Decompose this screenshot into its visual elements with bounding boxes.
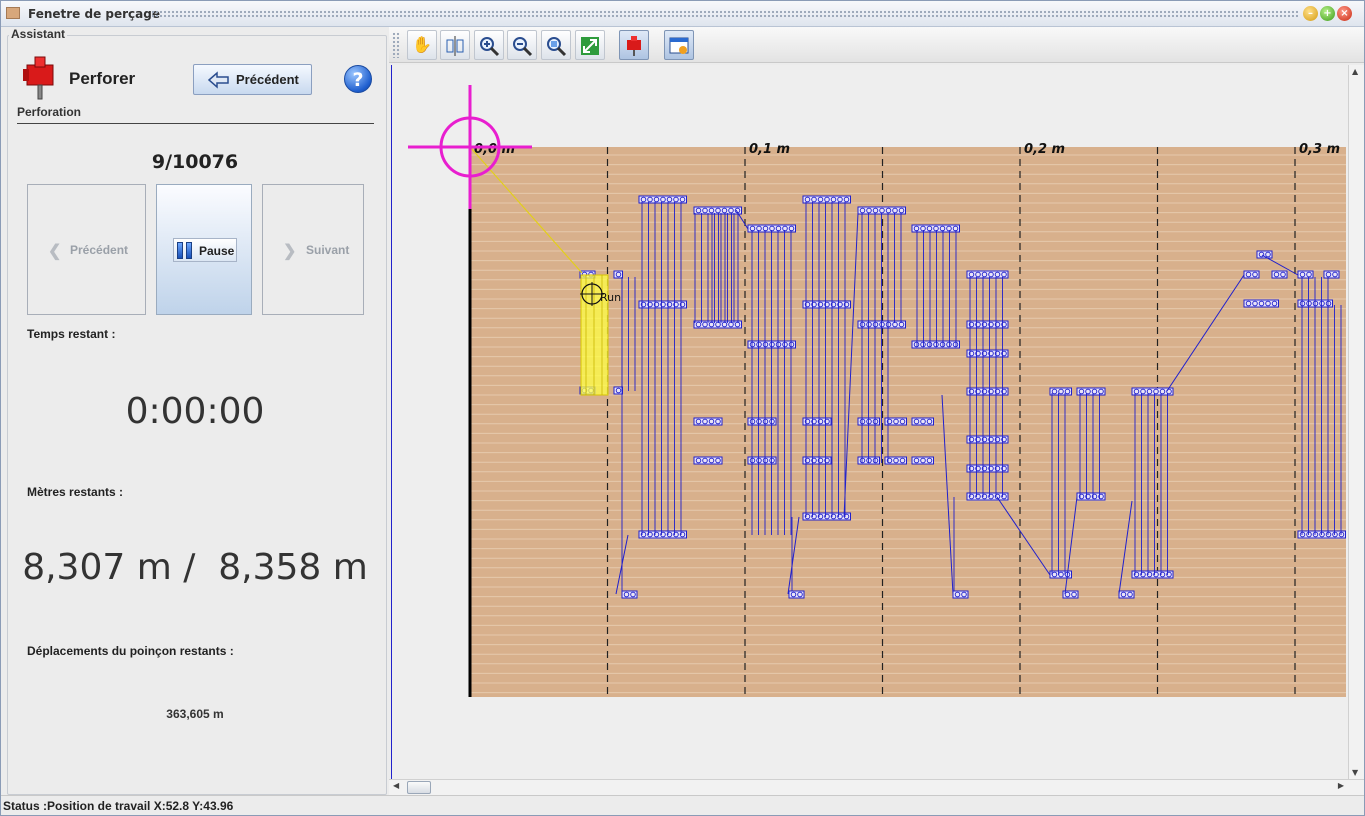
material-sheet (470, 147, 1346, 697)
divider (17, 123, 374, 124)
hand-pan-icon[interactable]: ✋ (407, 30, 437, 60)
window-title: Fenetre de perçage (28, 7, 160, 21)
horizontal-scrollbar[interactable]: ◀ ▶ (389, 779, 1364, 795)
pause-icon (177, 242, 183, 259)
cursor-label: Run (600, 291, 621, 304)
punch-moves-label: Déplacements du poinçon restants : (27, 644, 234, 658)
scroll-up-icon[interactable]: ▲ (1352, 67, 1358, 76)
drilling-window: Fenetre de perçage – + × Assistant Perfo… (0, 0, 1365, 816)
help-icon[interactable]: ? (344, 65, 372, 93)
punch-moves-value: 363,605 m (166, 707, 224, 721)
chevron-right-icon: ❯ (283, 243, 297, 260)
pause-button-face: Pause (173, 238, 237, 262)
time-remaining-label: Temps restant : (27, 327, 116, 341)
assistant-group-title: Assistant (9, 27, 68, 41)
title-grip (151, 10, 1298, 18)
settings-window-icon[interactable] (664, 30, 694, 60)
drawing-panel: ✋ 0,0 m 0,1 m 0,2 m 0,3 m Run ▲ ▼ ◀ ▶ (389, 27, 1364, 795)
pause-label: Pause (199, 244, 235, 258)
scroll-right-icon[interactable]: ▶ (1338, 781, 1344, 790)
horizontal-scroll-thumb[interactable] (407, 781, 431, 794)
zoom-out-icon[interactable] (507, 30, 537, 60)
hole-counter: 9/10076 (151, 151, 239, 173)
toolbar-grip[interactable] (392, 32, 400, 58)
previous-step-label: Précédent (236, 72, 299, 87)
ruler-label: 0,2 m (1024, 142, 1065, 157)
pause-icon-bar (186, 242, 192, 259)
previous-hole-button[interactable]: ❮ Précédent (27, 184, 146, 315)
step-title: Perforer (69, 69, 136, 88)
previous-step-button[interactable]: Précédent (193, 64, 312, 95)
fit-window-icon[interactable] (575, 30, 605, 60)
status-bar: Status :Position de travail X:52.8 Y:43.… (1, 795, 1364, 815)
next-hole-label: Suivant (306, 243, 350, 257)
close-button[interactable]: × (1337, 6, 1352, 21)
drilling-canvas[interactable]: 0,0 m 0,1 m 0,2 m 0,3 m Run (391, 65, 1364, 795)
ruler-label: 0,3 m (1299, 142, 1340, 157)
ruler-label: 0,0 m (474, 142, 515, 157)
drilling-plot[interactable]: 0,0 m 0,1 m 0,2 m 0,3 m Run (392, 65, 1346, 777)
pause-button[interactable]: Pause (156, 184, 252, 315)
vertical-scrollbar[interactable]: ▲ ▼ (1348, 65, 1364, 779)
next-hole-button[interactable]: ❯ Suivant (262, 184, 364, 315)
punch-tool-icon[interactable] (619, 30, 649, 60)
previous-hole-label: Précédent (70, 243, 129, 257)
app-icon (6, 7, 20, 19)
chevron-left-icon: ❮ (48, 243, 62, 260)
punch-icon (23, 56, 54, 100)
toolbar: ✋ (389, 27, 1364, 63)
minimize-button[interactable]: – (1303, 6, 1318, 21)
zoom-fit-icon[interactable] (541, 30, 571, 60)
align-icon[interactable] (440, 30, 470, 60)
time-remaining-value: 0:00:00 (125, 391, 265, 432)
assistant-panel: Assistant Perforer Précédent ? Perforati… (1, 27, 389, 795)
maximize-button[interactable]: + (1320, 6, 1335, 21)
title-bar[interactable]: Fenetre de perçage – + × (1, 1, 1364, 27)
section-subtitle: Perforation (17, 105, 82, 119)
meters-remaining-label: Mètres restants : (27, 485, 124, 499)
meters-remaining-value: 8,307 m / 8,358 m (22, 547, 368, 588)
scroll-down-icon[interactable]: ▼ (1352, 768, 1358, 777)
arrow-left-icon (208, 71, 229, 89)
scroll-left-icon[interactable]: ◀ (393, 781, 399, 790)
ruler-label: 0,1 m (749, 142, 790, 157)
zoom-in-icon[interactable] (474, 30, 504, 60)
